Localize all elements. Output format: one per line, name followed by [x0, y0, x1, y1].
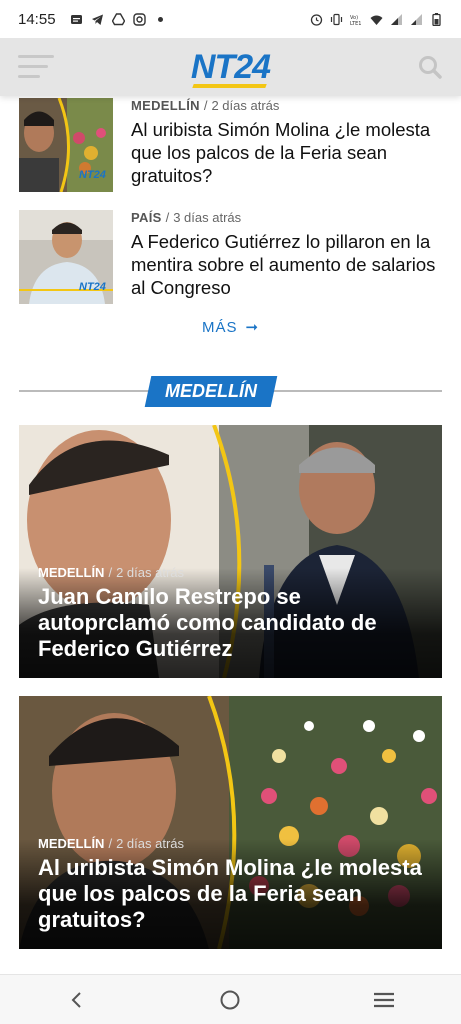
logo-underline — [192, 84, 267, 88]
vibrate-icon — [330, 13, 343, 25]
card-meta: MEDELLÍN /2 días atrás — [38, 836, 428, 851]
more-link[interactable]: MÁS ➞ — [0, 318, 461, 336]
list-item[interactable]: NT24 PAÍS/3 días atrás A Federico Gutiér… — [19, 210, 442, 304]
section-label[interactable]: MEDELLÍN — [144, 376, 278, 407]
svg-text:NT24: NT24 — [79, 169, 106, 181]
card-category[interactable]: MEDELLÍN — [38, 836, 104, 851]
article-category[interactable]: PAÍS — [131, 210, 162, 225]
hamburger-menu-icon[interactable] — [18, 55, 54, 81]
status-bar: 14:55 Vo) LTE1 — [0, 0, 461, 38]
volte-icon: Vo)LTE1 — [350, 15, 362, 26]
drive-icon — [111, 12, 125, 25]
card-category[interactable]: MEDELLÍN — [38, 565, 104, 580]
status-icons-left — [70, 12, 167, 26]
battery-icon — [432, 12, 441, 26]
dot-icon — [157, 16, 163, 22]
article-meta: PAÍS/3 días atrás — [131, 210, 442, 225]
recents-icon — [374, 992, 395, 1007]
list-item-body: MEDELLÍN/2 días atrás Al uribista Simón … — [131, 98, 442, 192]
svg-text:NT24: NT24 — [79, 281, 106, 293]
article-time: 3 días atrás — [173, 210, 242, 225]
logo-text: NT24 — [190, 48, 271, 86]
message-icon — [70, 14, 82, 24]
system-nav-bar — [0, 974, 461, 1024]
status-time: 14:55 — [18, 10, 56, 28]
article-time: 2 días atrás — [211, 98, 280, 113]
search-icon[interactable] — [417, 54, 443, 80]
arrow-right-icon[interactable]: ➞ — [245, 318, 259, 336]
more-label[interactable]: MÁS — [202, 319, 238, 336]
instagram-icon — [132, 12, 146, 26]
card-time: 2 días atrás — [116, 565, 185, 580]
article-thumbnail[interactable]: NT24 — [19, 210, 113, 304]
card-title[interactable]: Al uribista Simón Molina ¿le molesta que… — [38, 855, 428, 933]
article-category[interactable]: MEDELLÍN — [131, 98, 200, 113]
card-text: MEDELLÍN /2 días atrás Juan Camilo Restre… — [38, 565, 428, 662]
telegram-icon — [91, 14, 103, 25]
article-thumbnail[interactable]: NT24 — [19, 98, 113, 192]
article-title[interactable]: Al uribista Simón Molina ¿le molesta que… — [131, 118, 442, 187]
featured-card[interactable]: MEDELLÍN /2 días atrás Juan Camilo Restre… — [19, 425, 442, 678]
article-title[interactable]: A Federico Gutiérrez lo pillaron en la m… — [131, 230, 442, 299]
status-icons-right: Vo) LTE1 — [310, 12, 443, 26]
card-time: 2 días atrás — [116, 836, 185, 851]
app-header: NT24 — [0, 38, 461, 96]
wifi-icon — [370, 15, 383, 25]
meta-separator: / — [165, 210, 170, 225]
card-text: MEDELLÍN /2 días atrás Al uribista Simón … — [38, 836, 428, 933]
meta-separator: / — [108, 565, 113, 580]
featured-card[interactable]: MEDELLÍN /2 días atrás Al uribista Simón … — [19, 696, 442, 949]
meta-separator: / — [203, 98, 208, 113]
section-label-text[interactable]: MEDELLÍN — [165, 381, 257, 402]
svg-text:LTE1: LTE1 — [350, 21, 362, 26]
back-icon — [71, 991, 81, 1008]
meta-separator: / — [108, 836, 113, 851]
signal-icon — [391, 13, 402, 25]
home-icon — [220, 990, 240, 1009]
signal-icon-2 — [411, 13, 422, 25]
alarm-icon — [310, 13, 323, 26]
list-item-body: PAÍS/3 días atrás A Federico Gutiérrez l… — [131, 210, 442, 304]
home-button[interactable] — [210, 980, 250, 1020]
card-meta: MEDELLÍN /2 días atrás — [38, 565, 428, 580]
back-button[interactable] — [57, 980, 97, 1020]
list-item[interactable]: NT24 MEDELLÍN/2 días atrás Al uribista S… — [19, 98, 442, 192]
nt24-logo[interactable]: NT24 — [190, 48, 271, 88]
recents-button[interactable] — [364, 980, 404, 1020]
card-title[interactable]: Juan Camilo Restrepo se autoprclamó como… — [38, 584, 428, 662]
article-meta: MEDELLÍN/2 días atrás — [131, 98, 442, 113]
